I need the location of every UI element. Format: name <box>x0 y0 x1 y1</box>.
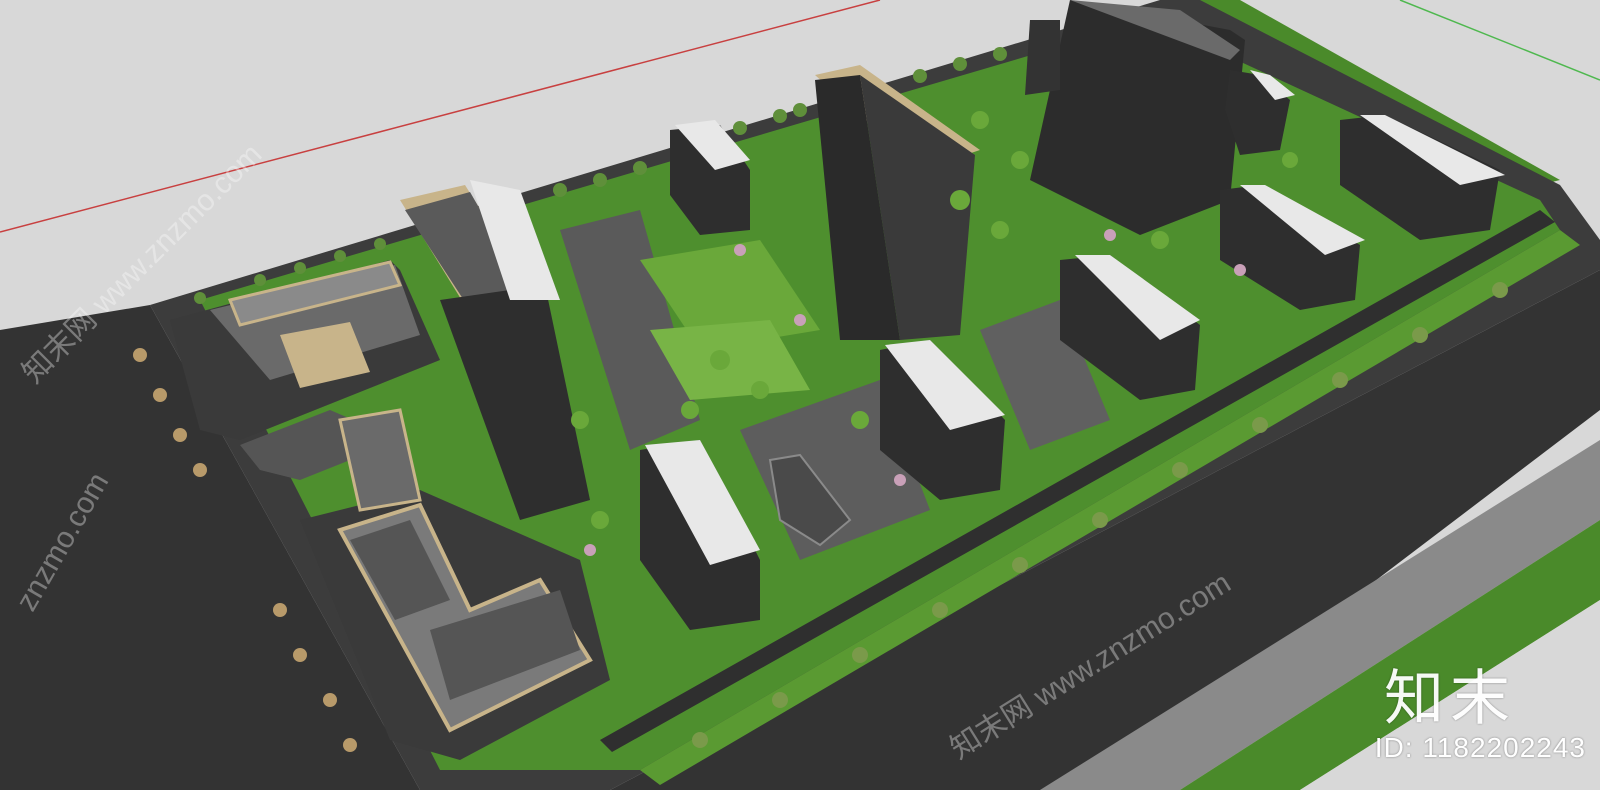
watermark-brand: 知末 <box>1384 664 1516 734</box>
aerial-site-model-scene <box>0 0 1600 790</box>
watermark-id: ID: 1182202243 <box>1374 732 1586 763</box>
